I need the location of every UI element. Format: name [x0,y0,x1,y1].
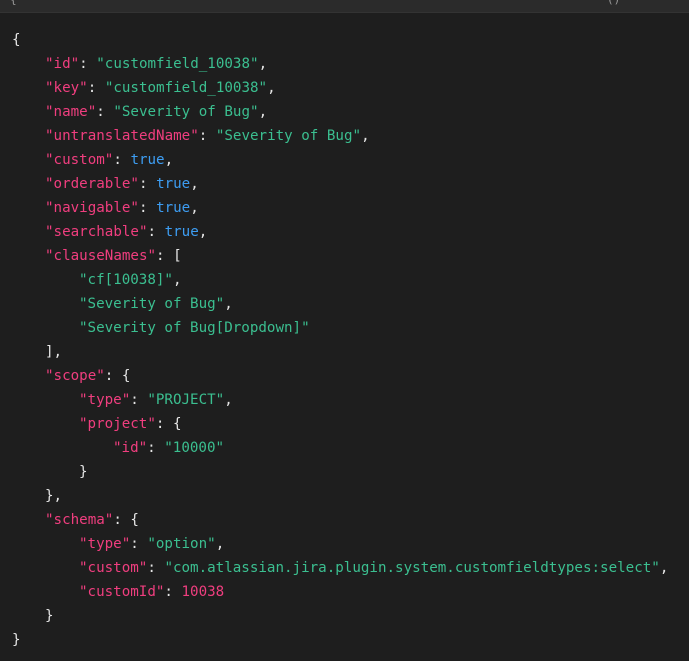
colon-open-brace: : { [113,512,139,528]
code-line: "orderable": true, [0,172,689,196]
colon: : [138,176,157,192]
json-boolean-value: true [164,224,199,240]
json-key: "custom" [45,152,114,168]
json-boolean-value: true [156,176,191,192]
code-line: } [0,628,689,652]
json-key: "key" [45,80,88,96]
colon: : [96,104,114,120]
code-line: "scope": { [0,364,689,388]
colon: : [147,440,165,456]
code-line: "Severity of Bug[Dropdown]" [0,316,689,340]
colon: : [147,224,165,240]
colon: : [138,200,157,216]
code-line: "untranslatedName": "Severity of Bug", [0,124,689,148]
colon: : [198,128,216,144]
code-line: "type": "PROJECT", [0,388,689,412]
brace-glyph-icon: { [10,0,17,6]
code-line: "key": "customfield_10038", [0,76,689,100]
colon: : [147,560,165,576]
code-line: "Severity of Bug", [0,292,689,316]
code-line: "name": "Severity of Bug", [0,100,689,124]
code-line: "clauseNames": [ [0,244,689,268]
json-boolean-value: true [156,200,191,216]
comma: , [258,104,268,120]
colon: : [79,56,97,72]
colon-open-bracket: : [ [156,248,182,264]
json-key: "project" [79,416,156,432]
code-line: }, [0,484,689,508]
code-line: "type": "option", [0,532,689,556]
json-string-value: "Severity of Bug" [215,128,362,144]
open-brace: { [12,32,21,48]
copy-icon[interactable]: () [607,0,620,6]
code-line: "id": "customfield_10038", [0,52,689,76]
json-code-block: { "id": "customfield_10038", "key": "cus… [0,28,689,652]
comma: , [190,200,199,216]
close-brace: } [79,464,88,480]
close-brace: } [45,608,54,624]
code-line: "custom": "com.atlassian.jira.plugin.sys… [0,556,689,580]
comma: , [198,224,208,240]
colon: : [164,584,182,600]
close-brace: } [12,632,21,648]
json-boolean-value: true [130,152,165,168]
colon: : [130,392,148,408]
code-line: } [0,604,689,628]
code-line: "custom": true, [0,148,689,172]
json-key: "type" [79,536,131,552]
json-key: "navigable" [45,200,139,216]
colon: : [113,152,131,168]
json-key: "untranslatedName" [45,128,199,144]
json-key: "id" [45,56,80,72]
comma: , [215,536,225,552]
json-key: "custom" [79,560,148,576]
json-string-value: "customfield_10038" [96,56,259,72]
json-key: "orderable" [45,176,139,192]
code-line: { [0,28,689,52]
json-key: "searchable" [45,224,148,240]
json-array-item: "cf[10038]" [79,272,173,288]
comma: , [224,392,233,408]
comma: , [190,176,199,192]
close-bracket: ], [45,344,63,360]
json-key: "customId" [79,584,165,600]
code-line: "customId": 10038 [0,580,689,604]
code-line: "navigable": true, [0,196,689,220]
json-string-value: "customfield_10038" [104,80,268,96]
code-line: "cf[10038]", [0,268,689,292]
colon-open-brace: : { [104,368,131,384]
colon: : [130,536,148,552]
comma: , [267,80,276,96]
comma: , [361,128,370,144]
json-array-item: "Severity of Bug" [79,296,225,312]
json-key: "name" [45,104,97,120]
close-brace: }, [45,488,63,504]
code-line: "schema": { [0,508,689,532]
comma: , [258,56,268,72]
json-string-value: "Severity of Bug" [113,104,259,120]
code-line: "id": "10000" [0,436,689,460]
code-line: } [0,460,689,484]
json-string-value: "option" [147,536,216,552]
json-key: "type" [79,392,131,408]
top-toolbar: { () [0,0,689,13]
comma: , [164,152,174,168]
json-string-value: "10000" [164,440,225,456]
colon: : [87,80,105,96]
json-string-value: "PROJECT" [147,392,225,408]
json-key: "clauseNames" [45,248,157,264]
comma: , [659,560,669,576]
code-line: ], [0,340,689,364]
comma: , [172,272,182,288]
code-line: "searchable": true, [0,220,689,244]
colon-open-brace: : { [155,416,182,432]
json-array-item: "Severity of Bug[Dropdown]" [79,320,310,336]
json-key: "id" [113,440,148,456]
json-key: "schema" [45,512,114,528]
json-string-value: "com.atlassian.jira.plugin.system.custom… [164,560,660,576]
comma: , [224,296,233,312]
json-key: "scope" [45,368,105,384]
json-number-value: 10038 [181,584,225,600]
code-line: "project": { [0,412,689,436]
